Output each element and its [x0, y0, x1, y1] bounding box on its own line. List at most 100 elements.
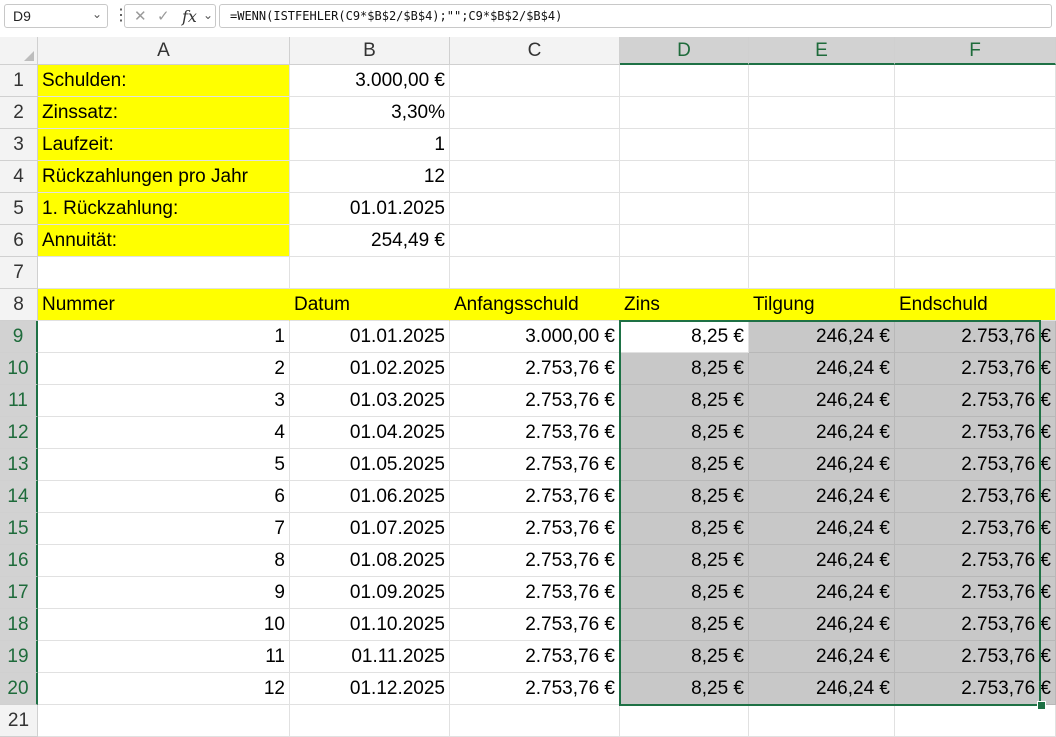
table-cell[interactable]: 2.753,76 € — [895, 673, 1056, 705]
table-cell[interactable]: 12 — [38, 673, 290, 705]
empty-cell[interactable] — [450, 65, 620, 97]
table-cell[interactable]: 246,24 € — [749, 545, 895, 577]
empty-cell[interactable] — [620, 129, 749, 161]
table-cell[interactable]: 8 — [38, 545, 290, 577]
enter-icon[interactable]: ✓ — [157, 7, 170, 25]
table-cell[interactable]: 01.03.2025 — [290, 385, 450, 417]
row-header-20[interactable]: 20 — [0, 673, 38, 705]
empty-cell[interactable] — [749, 161, 895, 193]
table-cell[interactable]: 01.05.2025 — [290, 449, 450, 481]
table-cell[interactable]: 9 — [38, 577, 290, 609]
empty-cell[interactable] — [450, 161, 620, 193]
empty-cell[interactable] — [895, 161, 1056, 193]
empty-cell[interactable] — [749, 65, 895, 97]
table-cell[interactable]: 1 — [38, 321, 290, 353]
table-cell[interactable]: 01.10.2025 — [290, 609, 450, 641]
table-cell[interactable]: 2.753,76 € — [895, 417, 1056, 449]
table-cell[interactable]: 246,24 € — [749, 641, 895, 673]
empty-cell[interactable] — [620, 705, 749, 737]
table-cell[interactable]: 2.753,76 € — [450, 385, 620, 417]
row-header-3[interactable]: 3 — [0, 129, 38, 161]
table-cell[interactable]: 2.753,76 € — [450, 449, 620, 481]
table-cell[interactable]: 2.753,76 € — [450, 577, 620, 609]
empty-cell[interactable] — [620, 257, 749, 289]
row-header-4[interactable]: 4 — [0, 161, 38, 193]
row-header-15[interactable]: 15 — [0, 513, 38, 545]
empty-cell[interactable] — [895, 193, 1056, 225]
table-cell[interactable]: 2.753,76 € — [450, 673, 620, 705]
row-header-19[interactable]: 19 — [0, 641, 38, 673]
param-label[interactable]: Laufzeit: — [38, 129, 290, 161]
table-cell[interactable]: 246,24 € — [749, 353, 895, 385]
empty-cell[interactable] — [450, 257, 620, 289]
table-cell[interactable]: 6 — [38, 481, 290, 513]
table-cell[interactable]: 8,25 € — [620, 609, 749, 641]
empty-cell[interactable] — [450, 225, 620, 257]
table-cell[interactable]: 8,25 € — [620, 673, 749, 705]
table-cell[interactable]: 2.753,76 € — [895, 577, 1056, 609]
row-header-7[interactable]: 7 — [0, 257, 38, 289]
column-header-e[interactable]: E — [749, 37, 895, 65]
param-value[interactable]: 3,30% — [290, 97, 450, 129]
table-cell[interactable]: 246,24 € — [749, 449, 895, 481]
name-box[interactable]: D9 ⌄ — [4, 4, 108, 28]
row-header-12[interactable]: 12 — [0, 417, 38, 449]
empty-cell[interactable] — [749, 225, 895, 257]
table-cell[interactable]: 2 — [38, 353, 290, 385]
empty-cell[interactable] — [895, 257, 1056, 289]
table-cell[interactable]: 01.07.2025 — [290, 513, 450, 545]
empty-cell[interactable] — [450, 193, 620, 225]
formula-input[interactable]: =WENN(ISTFEHLER(C9*$B$2/$B$4);"";C9*$B$2… — [219, 4, 1052, 28]
table-cell[interactable]: 3 — [38, 385, 290, 417]
table-cell[interactable]: 246,24 € — [749, 609, 895, 641]
empty-cell[interactable] — [450, 129, 620, 161]
param-label[interactable]: Schulden: — [38, 65, 290, 97]
table-cell[interactable]: 2.753,76 € — [895, 353, 1056, 385]
param-value[interactable]: 12 — [290, 161, 450, 193]
row-header-18[interactable]: 18 — [0, 609, 38, 641]
column-header-c[interactable]: C — [450, 37, 620, 65]
row-header-9[interactable]: 9 — [0, 321, 38, 353]
table-cell[interactable]: 3.000,00 € — [450, 321, 620, 353]
empty-cell[interactable] — [895, 705, 1056, 737]
empty-cell[interactable] — [290, 705, 450, 737]
empty-cell[interactable] — [450, 97, 620, 129]
row-header-13[interactable]: 13 — [0, 449, 38, 481]
row-header-8[interactable]: 8 — [0, 289, 38, 321]
table-cell[interactable]: 8,25 € — [620, 545, 749, 577]
table-cell[interactable]: 246,24 € — [749, 673, 895, 705]
table-header-datum[interactable]: Datum — [290, 289, 450, 321]
table-cell[interactable]: 8,25 € — [620, 481, 749, 513]
row-header-17[interactable]: 17 — [0, 577, 38, 609]
table-cell[interactable]: 8,25 € — [620, 417, 749, 449]
empty-cell[interactable] — [749, 97, 895, 129]
table-cell[interactable]: 2.753,76 € — [895, 385, 1056, 417]
chevron-down-icon[interactable]: ⌄ — [203, 8, 213, 22]
row-header-6[interactable]: 6 — [0, 225, 38, 257]
insert-function-icon[interactable]: fx — [182, 7, 197, 26]
table-cell[interactable]: 246,24 € — [749, 385, 895, 417]
table-cell[interactable]: 8,25 € — [620, 353, 749, 385]
table-cell[interactable]: 2.753,76 € — [895, 449, 1056, 481]
table-cell[interactable]: 01.12.2025 — [290, 673, 450, 705]
empty-cell[interactable] — [38, 705, 290, 737]
table-cell[interactable]: 10 — [38, 609, 290, 641]
param-label[interactable]: 1. Rückzahlung: — [38, 193, 290, 225]
select-all-button[interactable] — [0, 37, 38, 65]
param-value[interactable]: 1 — [290, 129, 450, 161]
table-cell[interactable]: 246,24 € — [749, 513, 895, 545]
chevron-down-icon[interactable]: ⌄ — [92, 7, 102, 21]
table-cell[interactable]: 246,24 € — [749, 577, 895, 609]
table-cell[interactable]: 01.08.2025 — [290, 545, 450, 577]
table-cell[interactable]: 2.753,76 € — [450, 481, 620, 513]
table-cell[interactable]: 2.753,76 € — [450, 609, 620, 641]
row-header-14[interactable]: 14 — [0, 481, 38, 513]
table-cell[interactable]: 2.753,76 € — [895, 513, 1056, 545]
table-cell[interactable]: 2.753,76 € — [895, 545, 1056, 577]
table-cell[interactable]: 8,25 € — [620, 449, 749, 481]
row-header-1[interactable]: 1 — [0, 65, 38, 97]
empty-cell[interactable] — [620, 65, 749, 97]
table-cell[interactable]: 246,24 € — [749, 481, 895, 513]
table-cell[interactable]: 01.01.2025 — [290, 321, 450, 353]
table-cell[interactable]: 2.753,76 € — [895, 481, 1056, 513]
